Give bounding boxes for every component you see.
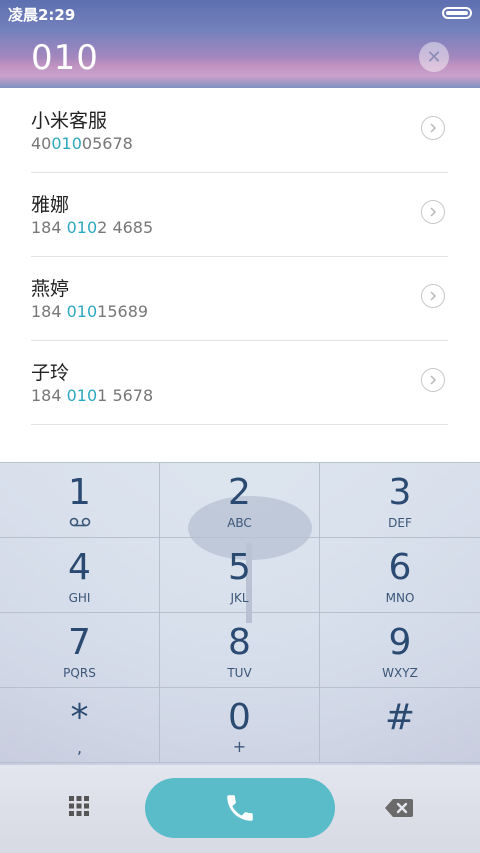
contact-row[interactable]: 燕婷 184 01015689 [31,256,448,341]
key-7[interactable]: 7 PQRS [0,613,160,688]
contact-detail-button[interactable] [421,284,445,308]
dialer-action-bar [0,765,480,853]
battery-icon [442,7,472,19]
contact-row[interactable]: 小米客服 4001005678 [31,88,448,173]
contact-number: 184 0101 5678 [31,386,154,405]
clear-number-button[interactable]: ✕ [419,42,449,72]
key-star[interactable]: * , [0,688,160,763]
number-match-highlight: 010 [66,218,98,237]
key-9[interactable]: 9 WXYZ [320,613,480,688]
number-match-highlight: 010 [51,134,82,153]
contact-detail-button[interactable] [421,200,445,224]
chevron-right-icon [430,375,437,385]
contact-row[interactable]: 雅娜 184 0102 4685 [31,172,448,257]
number-match-highlight: 010 [66,302,98,321]
key-1[interactable]: 1 [0,463,160,538]
chevron-right-icon [430,123,437,133]
contact-number: 4001005678 [31,134,133,153]
voicemail-icon [69,517,90,527]
status-time: 凌晨2:29 [8,6,76,24]
phone-icon [227,795,253,821]
chevron-right-icon [430,291,437,301]
contact-number: 184 01015689 [31,302,149,321]
contact-name: 子玲 [31,362,70,384]
contact-name: 燕婷 [31,278,70,300]
dialpad-grid-icon[interactable] [68,795,90,817]
chevron-right-icon [430,207,437,217]
key-hash[interactable]: # [320,688,480,763]
contact-match-list: 小米客服 4001005678 雅娜 184 0102 4685 燕婷 184 … [0,88,480,462]
close-icon: ✕ [426,46,442,68]
key-4[interactable]: 4 GHI [0,538,160,613]
backspace-icon[interactable] [384,797,414,819]
contact-name: 雅娜 [31,194,70,216]
key-5[interactable]: 5 JKL [160,538,320,613]
contact-detail-button[interactable] [421,116,445,140]
contact-detail-button[interactable] [421,368,445,392]
contact-row[interactable]: 子玲 184 0101 5678 [31,340,448,425]
number-match-highlight: 010 [66,386,98,405]
dialer-header: 凌晨2:29 010 ✕ [0,0,480,88]
call-button[interactable] [145,778,335,838]
dial-pad: 1 2 ABC 3 DEF 4 GHI 5 JKL 6 MNO 7 PQRS 8… [0,462,480,766]
dialed-number: 010 [31,38,99,78]
key-0[interactable]: 0 + [160,688,320,763]
key-3[interactable]: 3 DEF [320,463,480,538]
contact-name: 小米客服 [31,110,108,132]
contact-number: 184 0102 4685 [31,218,154,237]
key-2[interactable]: 2 ABC [160,463,320,538]
key-8[interactable]: 8 TUV [160,613,320,688]
key-6[interactable]: 6 MNO [320,538,480,613]
